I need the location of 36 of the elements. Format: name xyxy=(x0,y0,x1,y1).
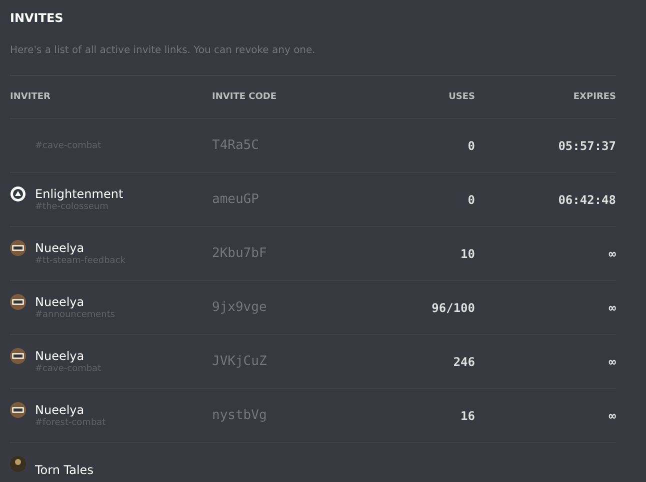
uses-count: 0 xyxy=(466,138,475,152)
expires-time: ∞ xyxy=(608,408,616,422)
column-header: INVITER xyxy=(10,92,52,102)
uses-count: 10 xyxy=(460,246,475,260)
inviter-name: Nueelya xyxy=(35,295,86,309)
inviter-name: Nueelya xyxy=(35,241,86,255)
invite-code: ameuGP xyxy=(212,192,260,207)
section-title: INVITES xyxy=(10,10,64,25)
logo-avatar-icon xyxy=(10,186,26,202)
invite-code: T4Ra5C xyxy=(212,138,260,153)
column-header: INVITE CODE xyxy=(212,92,278,102)
avatar-icon xyxy=(10,240,26,256)
avatar-icon xyxy=(10,402,26,418)
section-description: Here's a list of all active invite links. You can revoke any one. xyxy=(10,45,316,56)
uses-count: 246 xyxy=(452,354,475,368)
avatar-icon xyxy=(10,456,26,472)
expires-time: ∞ xyxy=(608,354,616,368)
inviter-name: Enlightenment xyxy=(35,187,124,201)
expires-time: 05:57:37 xyxy=(557,138,616,152)
uses-count: 16 xyxy=(460,408,475,422)
expires-time: 06:42:48 xyxy=(557,192,616,206)
invite-code: 9jx9vge xyxy=(212,300,268,315)
uses-count: 96/100 xyxy=(430,300,475,314)
invite-code: 2Kbu7bF xyxy=(212,246,268,261)
inviter-name: Nueelya xyxy=(35,403,86,417)
expires-time: ∞ xyxy=(608,246,616,260)
invite-code: nystbVg xyxy=(212,408,268,423)
expires-time: ∞ xyxy=(608,300,616,314)
invite-code: JVKjCuZ xyxy=(212,354,268,369)
avatar-icon xyxy=(10,348,26,364)
column-header: EXPIRES xyxy=(572,92,616,102)
column-header: USES xyxy=(448,92,475,102)
uses-count: 0 xyxy=(466,192,475,206)
inviter-name: Nueelya xyxy=(35,349,86,363)
avatar-icon xyxy=(10,294,26,310)
inviter-name: Torn Tales xyxy=(35,462,94,476)
